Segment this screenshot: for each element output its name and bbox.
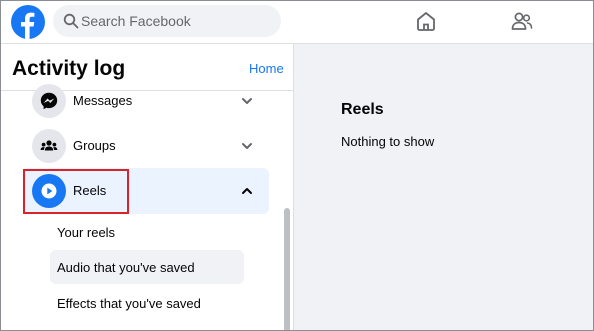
sub-item-label: Your reels	[57, 225, 116, 240]
messenger-icon	[32, 84, 66, 118]
activity-log-sidebar: Activity log Home Messages Groups Reels …	[1, 44, 294, 330]
top-bar	[1, 1, 593, 44]
home-icon[interactable]	[414, 9, 438, 33]
empty-state-text: Nothing to show	[341, 134, 435, 149]
chevron-up-icon	[242, 188, 252, 194]
facebook-logo-icon[interactable]	[11, 5, 45, 39]
highlight-annotation-box	[23, 169, 129, 214]
chevron-down-icon	[242, 143, 252, 149]
sub-item-your-reels[interactable]: Your reels	[50, 215, 244, 249]
sidebar-item-messages[interactable]: Messages	[23, 78, 269, 124]
section-title: Reels	[341, 101, 384, 118]
groups-icon	[32, 129, 66, 163]
sub-item-label: Effects that you've saved	[57, 296, 201, 311]
app-window: Activity log Home Messages	[0, 0, 594, 331]
search-icon	[63, 13, 79, 29]
chevron-down-icon	[242, 98, 252, 104]
sub-item-audio-saved[interactable]: Audio that you've saved	[50, 250, 244, 284]
search-input[interactable]	[81, 5, 271, 37]
sub-item-label: Audio that you've saved	[57, 260, 195, 275]
sidebar-item-label: Groups	[73, 138, 116, 153]
friends-icon[interactable]	[510, 9, 534, 33]
sidebar-item-label: Messages	[73, 93, 133, 108]
sidebar-scrollbar[interactable]	[284, 208, 290, 330]
sub-item-effects-saved[interactable]: Effects that you've saved	[50, 286, 244, 320]
search-box[interactable]	[53, 5, 281, 37]
sidebar-item-groups[interactable]: Groups	[23, 123, 269, 169]
home-link[interactable]: Home	[249, 61, 284, 76]
